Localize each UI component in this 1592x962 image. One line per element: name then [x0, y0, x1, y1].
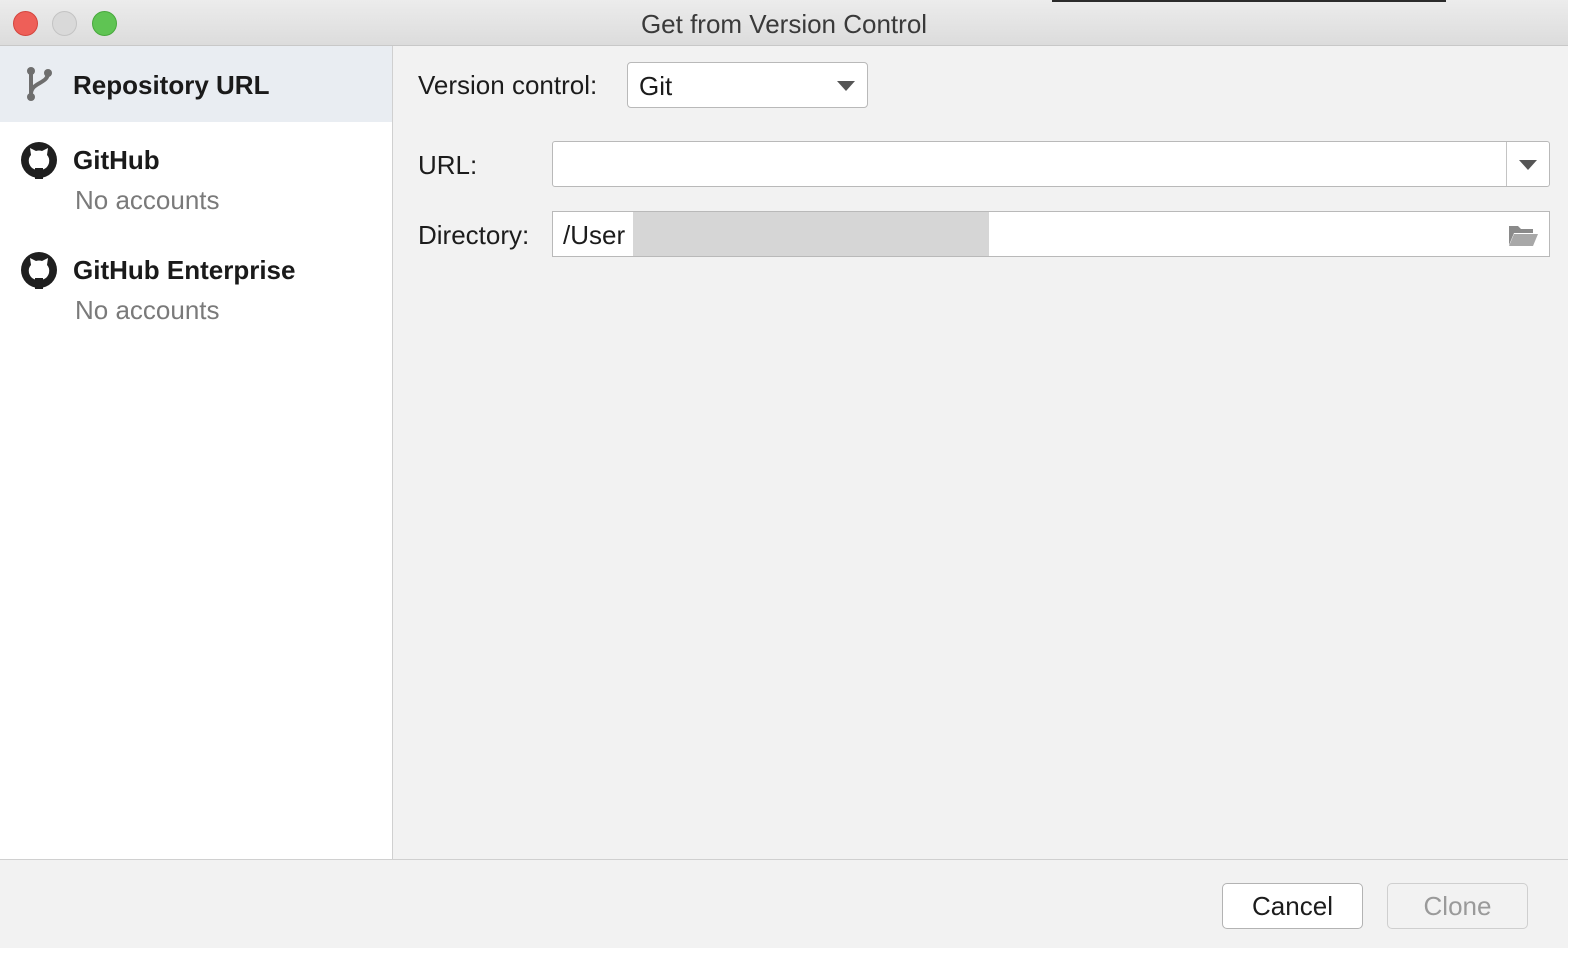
- sidebar-item-label: GitHub: [73, 145, 160, 175]
- sidebar-item-repository-url[interactable]: Repository URL: [0, 46, 392, 122]
- dialog-window: Get from Version Control Repository URL …: [0, 0, 1568, 948]
- folder-open-icon[interactable]: [1507, 222, 1539, 248]
- chevron-down-icon: [837, 81, 855, 91]
- version-control-value: Git: [639, 71, 673, 101]
- clone-button[interactable]: Clone: [1387, 883, 1528, 929]
- title-bar-edge: [1052, 0, 1446, 2]
- directory-label: Directory:: [418, 220, 530, 250]
- url-label: URL:: [418, 150, 478, 180]
- cancel-button[interactable]: Cancel: [1222, 883, 1363, 929]
- sidebar-item-subtitle: No accounts: [75, 295, 220, 325]
- redacted-path: [633, 212, 989, 256]
- sidebar-item-label: GitHub Enterprise: [73, 255, 296, 285]
- sidebar-item-github-enterprise[interactable]: GitHub Enterprise No accounts: [0, 232, 392, 342]
- url-input[interactable]: [552, 141, 1550, 187]
- sidebar-item-subtitle: No accounts: [75, 185, 220, 215]
- dialog-footer: Cancel Clone: [0, 859, 1568, 948]
- directory-value: /User: [563, 220, 626, 250]
- directory-input[interactable]: /User: [552, 211, 1550, 257]
- version-control-label: Version control:: [418, 70, 598, 100]
- version-control-select[interactable]: Git: [627, 62, 868, 108]
- github-icon: [21, 142, 57, 179]
- vcs-branch-icon: [27, 67, 52, 101]
- url-dropdown-divider: [1506, 142, 1507, 186]
- sidebar-item-github[interactable]: GitHub No accounts: [0, 122, 392, 232]
- url-history-dropdown-icon[interactable]: [1519, 160, 1537, 170]
- main-panel: Version control: Git URL: Directory: /Us…: [394, 46, 1568, 859]
- window-title: Get from Version Control: [640, 9, 928, 39]
- sidebar: Repository URL GitHub No accounts GitHub…: [0, 46, 393, 859]
- sidebar-item-label: Repository URL: [73, 70, 270, 100]
- github-icon: [21, 252, 57, 289]
- title-bar[interactable]: Get from Version Control: [0, 0, 1568, 46]
